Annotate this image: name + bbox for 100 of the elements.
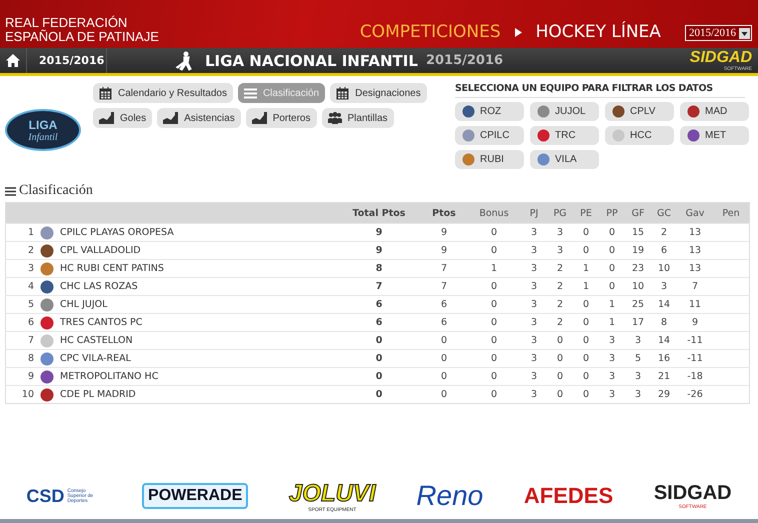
- team-crest-icon: [462, 105, 475, 118]
- table-cell: 0: [490, 389, 498, 400]
- table-cell: 1: [608, 299, 616, 310]
- team-name: CHC LAS ROZAS: [60, 281, 138, 292]
- team-crest-icon: [612, 105, 625, 118]
- team-crest-icon: [687, 105, 700, 118]
- table-cell: 0: [556, 353, 564, 364]
- team-crest-icon: [40, 352, 54, 366]
- team-crest-icon: [612, 129, 625, 142]
- team-filter-button[interactable]: MAD: [680, 102, 749, 121]
- breadcrumb-link[interactable]: COMPETICIONES: [360, 22, 501, 42]
- table-cell: 11: [688, 299, 702, 310]
- table-cell: 3: [556, 227, 564, 238]
- position-number: 2: [26, 245, 34, 256]
- column-header: Ptos: [432, 208, 456, 218]
- table-cell: 2: [556, 317, 564, 328]
- breadcrumb-link[interactable]: HOCKEY LÍNEA: [536, 22, 661, 42]
- team-filter-button[interactable]: HCC: [605, 126, 674, 145]
- table-cell: 0: [440, 371, 448, 382]
- position-number: 10: [20, 389, 34, 400]
- table-cell: 16: [658, 353, 670, 364]
- calendar-icon: [99, 86, 112, 100]
- table-cell: 0: [582, 317, 590, 328]
- table-cell: 13: [688, 227, 702, 238]
- table-cell: 10: [658, 263, 670, 274]
- position-number: 1: [26, 227, 34, 238]
- team-filter-button[interactable]: JUJOL: [530, 102, 599, 121]
- table-cell: 1: [582, 263, 590, 274]
- column-header: GF: [632, 208, 644, 218]
- table-cell: 7: [692, 281, 698, 292]
- team-filter-button[interactable]: MET: [680, 126, 749, 145]
- team-name: HC RUBI CENT PATINS: [60, 263, 164, 274]
- table-cell: 3: [530, 299, 538, 310]
- team-crest-icon: [537, 129, 550, 142]
- table-cell: 0: [582, 227, 590, 238]
- column-header: PJ: [530, 208, 538, 218]
- table-cell: 6: [440, 299, 448, 310]
- table-cell: -18: [687, 371, 703, 382]
- team-filter-button[interactable]: CPLV: [605, 102, 674, 121]
- team-crest-icon: [537, 105, 550, 118]
- table-cell: 9: [692, 317, 698, 328]
- team-filter-button[interactable]: TRC: [530, 126, 599, 145]
- table-cell: 7: [376, 281, 382, 292]
- team-crest-icon: [40, 334, 54, 348]
- list-icon: [5, 186, 16, 196]
- team-name: CHL JUJOL: [60, 299, 108, 310]
- table-cell: 3: [608, 353, 616, 364]
- sponsor-logo: POWERADE: [142, 483, 248, 509]
- column-header: Gav: [686, 208, 704, 218]
- menu-tab[interactable]: Designaciones: [330, 83, 427, 103]
- table-cell: 5: [634, 353, 642, 364]
- table-cell: 0: [490, 245, 498, 256]
- position-number: 5: [26, 299, 34, 310]
- team-name: CPILC PLAYAS OROPESA: [60, 227, 174, 238]
- table-cell: 19: [632, 245, 644, 256]
- table-cell: 25: [632, 299, 644, 310]
- table-cell: 3: [556, 245, 564, 256]
- caret-icon: [739, 28, 750, 38]
- team-filter-button[interactable]: RUBI: [455, 150, 524, 169]
- table-cell: 15: [632, 227, 644, 238]
- menu-tab[interactable]: Goles: [93, 108, 152, 128]
- table-cell: 2: [556, 281, 564, 292]
- season-select[interactable]: 2015/2016: [684, 25, 752, 41]
- table-cell: 3: [634, 389, 642, 400]
- team-filter-button[interactable]: VILA: [530, 150, 599, 169]
- table-cell: 1: [582, 281, 590, 292]
- table-cell: 3: [530, 371, 538, 382]
- arrow-icon: [514, 28, 522, 36]
- calendar-icon: [336, 86, 350, 100]
- table-cell: 6: [376, 299, 382, 310]
- table-cell: 17: [632, 317, 644, 328]
- filter-title: SELECCIONA UN EQUIPO PARA FILTRAR LOS DATOS: [455, 83, 745, 98]
- position-number: 4: [26, 281, 34, 292]
- table-cell: 8: [376, 263, 382, 274]
- menu-tab[interactable]: Porteros: [246, 108, 316, 128]
- position-number: 9: [26, 371, 34, 382]
- team-filter-button[interactable]: ROZ: [455, 102, 524, 121]
- sponsor-logo: AFEDES: [524, 483, 614, 509]
- list-icon: [244, 88, 257, 98]
- table-cell: 0: [490, 353, 498, 364]
- table-cell: 9: [440, 245, 448, 256]
- menu-tab[interactable]: Asistencias: [157, 108, 241, 128]
- menu-tab[interactable]: Plantillas: [322, 108, 394, 128]
- team-filter-button[interactable]: CPILC: [455, 126, 524, 145]
- team-name: TRES CANTOS PC: [60, 317, 142, 328]
- table-cell: 6: [440, 317, 448, 328]
- table-cell: 0: [490, 281, 498, 292]
- table-cell: 0: [490, 227, 498, 238]
- table-cell: 0: [490, 317, 498, 328]
- table-cell: -11: [687, 335, 703, 346]
- table-cell: 0: [440, 353, 448, 364]
- menu-tab[interactable]: Calendario y Resultados: [93, 83, 233, 103]
- table-cell: 0: [608, 245, 616, 256]
- team-name: CPL VALLADOLID: [60, 245, 141, 256]
- team-crest-icon: [40, 244, 54, 258]
- table-cell: 9: [440, 227, 448, 238]
- table-cell: 13: [688, 263, 702, 274]
- team-crest-icon: [40, 298, 54, 312]
- back-button[interactable]: 2015/2016: [27, 48, 107, 73]
- team-crest-icon: [462, 129, 475, 142]
